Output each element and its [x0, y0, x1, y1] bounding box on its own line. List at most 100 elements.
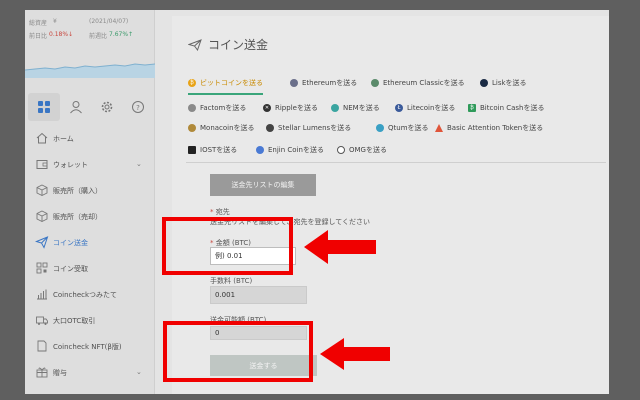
sidebar-item-receive[interactable]: コイン受取 — [25, 256, 155, 280]
truck-icon — [36, 316, 48, 325]
tab-factom[interactable]: Factomを送る — [188, 101, 246, 115]
sidebar-item-buy[interactable]: 販売所（購入） — [25, 178, 155, 202]
total-assets-label: 総資産 — [29, 20, 48, 27]
sidebar-item-gift[interactable]: 贈与 ⌄ — [25, 360, 155, 384]
asset-date: (2021/04/07) — [89, 18, 129, 25]
monacoin-icon — [188, 124, 196, 132]
bar-chart-icon — [37, 289, 47, 300]
home-icon — [36, 132, 48, 144]
tab-label: ビットコインを送る — [200, 79, 263, 87]
week-change-label: 前週比 — [89, 33, 108, 40]
highlight-amount-box — [162, 217, 293, 275]
bat-icon — [435, 124, 443, 132]
tab-label: Qtumを送る — [388, 124, 429, 132]
omg-icon — [337, 146, 345, 154]
ripple-icon: ✕ — [263, 104, 271, 112]
sidebar-item-label: 販売所（売却） — [53, 213, 102, 221]
day-change-value: 0.18%↓ — [49, 31, 74, 38]
tab-label: Rippleを送る — [275, 104, 318, 112]
tab-label: Stellar Lumensを送る — [278, 124, 352, 132]
destination-label-text: 宛先 — [215, 208, 230, 216]
tab-enjin[interactable]: Enjin Coinを送る — [256, 143, 324, 157]
stellar-icon — [266, 124, 274, 132]
sidebar-item-label: ホーム — [53, 135, 74, 143]
sidebar-item-otc[interactable]: 大口OTC取引 — [25, 308, 155, 332]
svg-text:?: ? — [136, 104, 140, 112]
day-change-label: 前日比 — [29, 33, 48, 40]
tab-omg[interactable]: OMGを送る — [337, 143, 387, 157]
edit-destination-list-button[interactable]: 送金先リストの編集 — [210, 174, 316, 196]
sidebar-item-label: 販売所（購入） — [53, 187, 102, 195]
tab-label: Bitcoin Cashを送る — [480, 104, 545, 112]
tab-label: Ethereum Classicを送る — [383, 79, 465, 87]
total-assets-value: ¥ — [53, 18, 57, 25]
sidebar: 総資産 ¥ (2021/04/07) 前日比 0.18%↓ 前週比 7.67%↑ — [25, 10, 155, 394]
factom-icon — [188, 104, 196, 112]
required-mark: * — [210, 208, 214, 216]
sidebar-item-nft[interactable]: Coincheck NFT(β版) — [25, 334, 155, 358]
send-icon — [35, 236, 49, 249]
tab-bitcoin[interactable]: ₿ ビットコインを送る — [188, 76, 263, 95]
lisk-icon — [480, 79, 488, 87]
tab-bat[interactable]: Basic Attention Tokenを送る — [435, 121, 543, 135]
user-icon — [70, 101, 82, 114]
tab-label: Enjin Coinを送る — [268, 146, 324, 154]
qr-icon — [36, 262, 48, 274]
tab-stellar[interactable]: Stellar Lumensを送る — [266, 121, 351, 135]
chevron-down-icon: ⌄ — [136, 160, 142, 168]
tab-label: Basic Attention Tokenを送る — [447, 124, 544, 132]
sidebar-item-label: Coincheckつみたて — [53, 291, 118, 299]
sidebar-item-label: コイン送金 — [53, 239, 88, 247]
gift-icon — [36, 367, 48, 378]
tab-label: NEMを送る — [343, 104, 380, 112]
ethereum-classic-icon — [371, 79, 379, 87]
nem-icon — [331, 104, 339, 112]
litecoin-icon: Ł — [395, 104, 403, 112]
bitcoin-icon: ₿ — [188, 79, 196, 87]
document-icon — [37, 340, 47, 352]
app-window: 総資産 ¥ (2021/04/07) 前日比 0.18%↓ 前週比 7.67%↑ — [25, 10, 609, 394]
qtum-icon — [376, 124, 384, 132]
tab-label: Litecoinを送る — [407, 104, 456, 112]
arrow-left-icon — [320, 338, 390, 370]
send-icon — [188, 38, 202, 51]
tab-bitcoin-cash[interactable]: ₿ Bitcoin Cashを送る — [468, 101, 545, 115]
tab-lisk[interactable]: Liskを送る — [480, 76, 527, 90]
help-tab[interactable]: ? — [122, 93, 154, 121]
tab-ethereum[interactable]: Ethereumを送る — [290, 76, 357, 90]
account-tab[interactable] — [60, 93, 92, 121]
asset-summary: 総資産 ¥ (2021/04/07) 前日比 0.18%↓ 前週比 7.67%↑ — [29, 18, 153, 44]
tab-label: Monacoinを送る — [200, 124, 255, 132]
sidebar-item-sell[interactable]: 販売所（売却） — [25, 204, 155, 228]
tab-ethereum-classic[interactable]: Ethereum Classicを送る — [371, 76, 465, 90]
sidebar-item-label: ウォレット — [53, 161, 88, 169]
highlight-send-box — [163, 321, 313, 382]
chevron-down-icon: ⌄ — [136, 368, 142, 376]
tab-monacoin[interactable]: Monacoinを送る — [188, 121, 255, 135]
tab-nem[interactable]: NEMを送る — [331, 101, 380, 115]
sidebar-tab-switcher: ? — [25, 93, 155, 121]
tab-qtum[interactable]: Qtumを送る — [376, 121, 429, 135]
sidebar-item-tsumitate[interactable]: Coincheckつみたて — [25, 282, 155, 306]
arrow-left-icon — [304, 230, 376, 264]
tab-litecoin[interactable]: Ł Litecoinを送る — [395, 101, 455, 115]
sidebar-item-label: 贈与 — [53, 369, 67, 377]
sidebar-item-send[interactable]: コイン送金 — [25, 230, 155, 254]
tab-label: Factomを送る — [200, 104, 247, 112]
tab-iost[interactable]: IOSTを送る — [188, 143, 237, 157]
tabs-divider — [186, 162, 606, 163]
iost-icon — [188, 146, 196, 154]
bitcoin-cash-icon: ₿ — [468, 104, 476, 112]
fee-value: 0.001 — [210, 286, 307, 304]
fee-label: 手数料 (BTC) — [210, 277, 253, 285]
sidebar-item-wallet[interactable]: ウォレット ⌄ — [25, 152, 155, 176]
sidebar-item-label: Coincheck NFT(β版) — [53, 343, 122, 351]
tab-label: Ethereumを送る — [302, 79, 358, 87]
enjin-icon — [256, 146, 264, 154]
grid-icon — [38, 101, 50, 113]
settings-tab[interactable] — [91, 93, 123, 121]
dashboard-tab[interactable] — [28, 93, 60, 121]
sidebar-item-home[interactable]: ホーム — [25, 126, 155, 150]
ethereum-icon — [290, 79, 298, 87]
tab-ripple[interactable]: ✕ Rippleを送る — [263, 101, 318, 115]
